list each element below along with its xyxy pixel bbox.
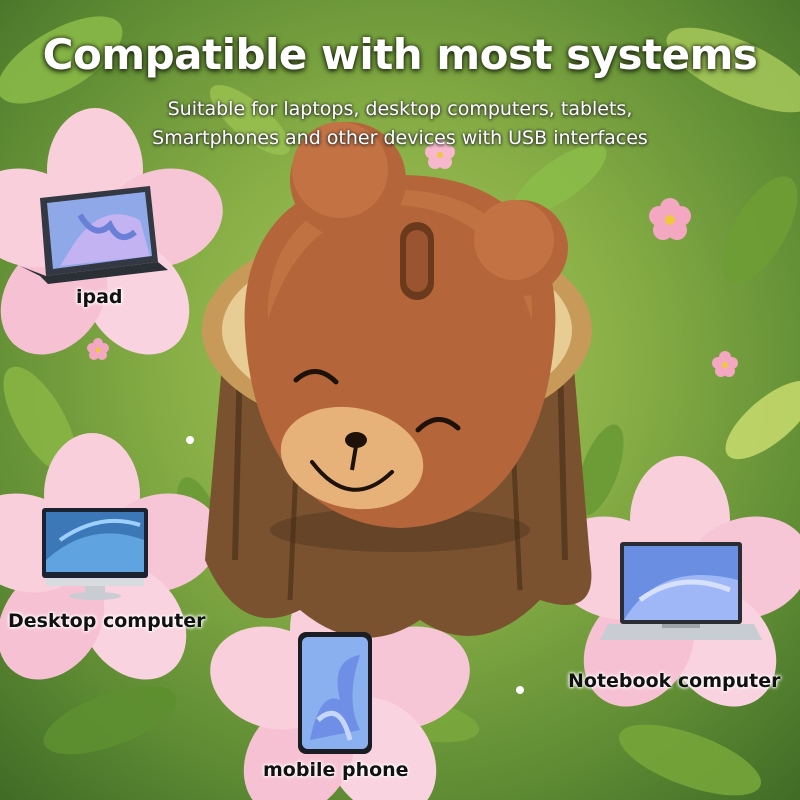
headline: Compatible with most systems [42, 30, 758, 79]
label-ipad: ipad [76, 286, 123, 308]
label-desktop-computer: Desktop computer [8, 610, 206, 632]
subtitle-line-1: Suitable for laptops, desktop computers,… [167, 98, 633, 120]
label-mobile-phone: mobile phone [263, 759, 409, 781]
label-notebook-computer: Notebook computer [568, 670, 781, 692]
product-scene: Compatible with most systems Suitable fo… [0, 0, 800, 800]
phone-device-image [298, 632, 372, 754]
subtitle-line-2: Smartphones and other devices with USB i… [152, 127, 648, 149]
notebook-device-image [600, 542, 762, 640]
